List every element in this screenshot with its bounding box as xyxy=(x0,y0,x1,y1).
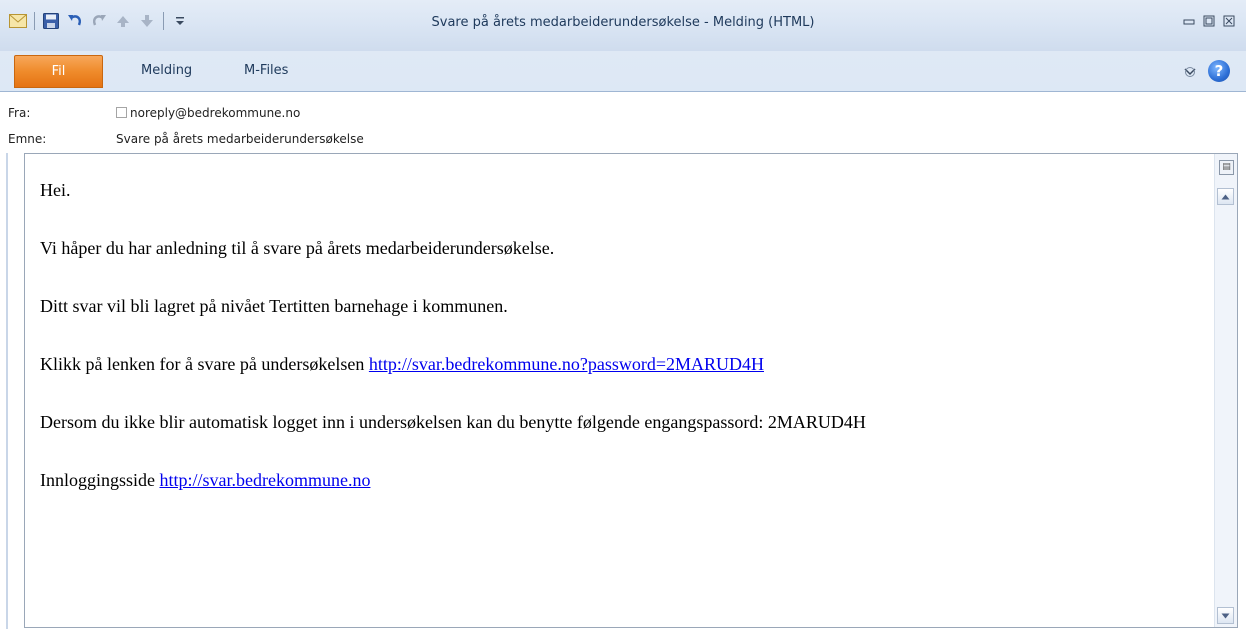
next-item-icon[interactable] xyxy=(137,11,157,31)
reading-pane-left-border xyxy=(6,153,8,629)
body-line-5-text: Innloggingsside xyxy=(40,470,160,490)
expand-ribbon-icon[interactable] xyxy=(1184,62,1196,81)
redo-icon[interactable] xyxy=(89,11,109,31)
survey-link[interactable]: http://svar.bedrekommune.no?password=2MA… xyxy=(369,354,764,374)
chevron-up-icon xyxy=(1221,194,1230,199)
body-line-4: Dersom du ikke blir automatisk logget in… xyxy=(40,412,866,432)
from-address[interactable]: noreply@bedrekommune.no xyxy=(130,106,300,120)
minimize-icon[interactable] xyxy=(1182,14,1196,28)
window-title: Svare på årets medarbeiderundersøkelse -… xyxy=(431,15,815,30)
body-line-3: Klikk på lenken for å svare på undersøke… xyxy=(40,353,1210,375)
scroll-up-button[interactable] xyxy=(1217,188,1234,205)
message-text: Hei. Vi håper du har anledning til å sva… xyxy=(40,179,1210,527)
body-line-3-text: Klikk på lenken for å svare på undersøke… xyxy=(40,354,369,374)
chevron-down-icon xyxy=(1221,613,1230,618)
envelope-icon[interactable] xyxy=(8,11,28,31)
save-icon[interactable] xyxy=(41,11,61,31)
previous-item-icon[interactable] xyxy=(113,11,133,31)
close-icon[interactable] xyxy=(1222,14,1236,28)
tab-message[interactable]: Melding xyxy=(141,63,192,78)
help-icon[interactable]: ? xyxy=(1208,60,1230,82)
body-line-5: Innloggingsside http://svar.bedrekommune… xyxy=(40,469,1210,491)
outlook-message-window: Svare på årets medarbeiderundersøkelse -… xyxy=(0,0,1246,633)
ribbon-tabs: Fil Melding M-Files ? xyxy=(0,51,1246,92)
maximize-icon[interactable] xyxy=(1202,14,1216,28)
customize-toolbar-icon[interactable] xyxy=(170,11,190,31)
window-controls xyxy=(1182,14,1236,28)
toolbar-separator xyxy=(34,12,35,30)
greeting: Hei. xyxy=(40,180,71,200)
from-label: Fra: xyxy=(8,106,31,120)
toolbar-separator xyxy=(163,12,164,30)
quick-access-toolbar xyxy=(8,10,194,32)
body-line-1: Vi håper du har anledning til å svare på… xyxy=(40,238,555,258)
from-value[interactable]: noreply@bedrekommune.no xyxy=(116,106,300,120)
message-body: Hei. Vi håper du har anledning til å sva… xyxy=(24,153,1238,628)
subject-value: Svare på årets medarbeiderundersøkelse xyxy=(116,132,364,146)
title-bar: Svare på årets medarbeiderundersøkelse -… xyxy=(0,0,1246,51)
contact-status-icon xyxy=(116,107,127,118)
message-headers: Fra: noreply@bedrekommune.no Emne: Svare… xyxy=(0,92,1246,152)
tab-file[interactable]: Fil xyxy=(14,55,103,88)
ribbon-right-controls: ? xyxy=(1184,60,1230,82)
scroll-down-button[interactable] xyxy=(1217,607,1234,624)
vertical-scrollbar[interactable]: ▤ xyxy=(1214,154,1237,627)
undo-icon[interactable] xyxy=(65,11,85,31)
tab-mfiles[interactable]: M-Files xyxy=(244,63,288,78)
login-link[interactable]: http://svar.bedrekommune.no xyxy=(160,470,371,490)
subject-label: Emne: xyxy=(8,132,47,146)
reading-options-icon[interactable]: ▤ xyxy=(1219,160,1234,175)
body-line-2: Ditt svar vil bli lagret på nivået Terti… xyxy=(40,296,508,316)
